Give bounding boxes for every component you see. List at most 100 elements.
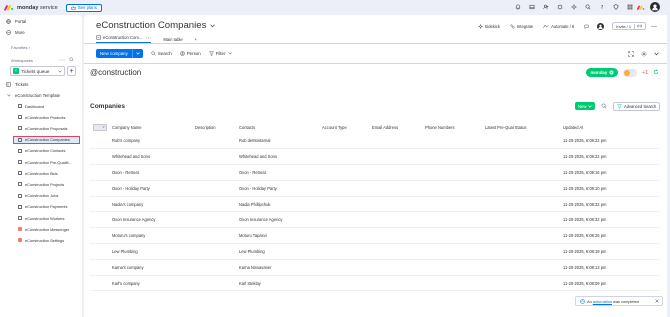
cell-phone[interactable] [422,196,482,213]
cell-status[interactable] [482,148,560,166]
help-icon[interactable]: ? [598,4,605,11]
advanced-search-button[interactable]: Advanced Search [613,102,661,111]
monday-logo[interactable]: monday service [3,4,58,12]
cell-status[interactable] [482,196,560,213]
more-icon[interactable] [146,35,151,40]
cell-email[interactable] [369,133,422,150]
cell-account-type[interactable] [319,180,369,197]
cell-updated[interactable]: 11-20-2025, 6:08:13 pm [560,259,661,276]
row-select-cell[interactable] [90,180,109,197]
cell-account-type[interactable] [319,148,369,166]
app-switcher-icon[interactable] [626,4,633,11]
sidebar-item-portal[interactable]: Portal [6,19,26,24]
column-header[interactable]: Updated At [560,121,661,133]
cell-phone[interactable] [422,227,482,245]
mode-toggle[interactable] [623,68,638,77]
table-row[interactable]: Karna's company Karna Nissavaner 11-20-202… [90,259,661,276]
search-button[interactable]: Search [151,51,172,56]
sidebar-folder[interactable]: eConstruction Template [6,93,60,98]
tab-main-table[interactable]: Main table [163,37,182,42]
user-avatar[interactable] [650,2,660,12]
sidebar-board-item[interactable]: eConstruction Projects [18,180,64,188]
sidebar-board-item[interactable]: eConstruction Contacts [18,147,65,155]
sidebar-board-item[interactable]: eConstruction Jobs [18,192,58,200]
cell-account-type[interactable] [319,275,369,292]
cell-updated[interactable]: 11-20-2025, 6:09:16 pm [560,164,661,181]
new-record-button[interactable]: New [575,102,596,110]
cell-status[interactable] [482,164,560,181]
column-header[interactable]: Company Name [109,121,192,133]
favorites-section[interactable]: Favorites › [11,45,30,50]
cell-company[interactable]: Oxon Insurance Agency [109,211,192,229]
apps-marketplace-icon[interactable] [556,4,563,11]
sidebar-board-item[interactable]: eConstruction Pre-Qualifi... [18,158,72,166]
cell-account-type[interactable] [319,211,369,229]
cell-company[interactable]: Whitehead and Sons [109,148,192,166]
cell-description[interactable] [192,227,236,245]
row-select-cell[interactable] [90,148,109,166]
cell-description[interactable] [192,243,236,260]
cell-email[interactable] [369,243,422,260]
cell-contacts[interactable]: Karl Steklay [236,275,319,292]
cell-contacts[interactable]: Rob deMontarnal [236,133,319,150]
workspace-search-icon[interactable] [69,57,74,64]
chat-button[interactable] [584,24,591,29]
monday-status-pill[interactable]: monday [586,68,619,77]
collapse-icon[interactable] [654,52,659,56]
sidebar-board-item[interactable]: eConstruction Payments [18,203,67,211]
cell-contacts[interactable]: Moturu Tapasvi [236,227,319,245]
account-logo-icon[interactable] [636,4,645,11]
cell-email[interactable] [369,211,422,229]
cell-status[interactable] [482,133,560,150]
cell-phone[interactable] [422,148,482,166]
board-owner-avatar[interactable] [597,22,606,30]
cell-email[interactable] [369,227,422,245]
row-select-cell[interactable] [90,211,109,229]
cell-email[interactable] [369,275,422,292]
cell-description[interactable] [192,211,236,229]
sidebar-board-item[interactable]: eConstruction Settings [18,236,64,244]
cell-phone[interactable] [422,259,482,276]
cell-contacts[interactable]: Karna Nissavaner [236,259,319,276]
automate-button[interactable]: Automate / 6 [543,24,574,29]
row-select-cell[interactable] [90,227,109,245]
cell-email[interactable] [369,164,422,181]
cell-description[interactable] [192,148,236,166]
cell-contacts[interactable]: Oxon - Holiday Party [236,180,319,197]
column-header[interactable]: Contacts [236,121,319,133]
cell-email[interactable] [369,259,422,276]
table-row[interactable]: Karl's company Karl Steklay 11-20-2025, 6:… [90,275,661,292]
cell-updated[interactable]: 11-20-2025, 6:09:22 pm [560,133,661,150]
cell-company[interactable]: Rob's company [109,133,192,150]
add-workspace-button[interactable]: + [67,66,76,76]
cell-contacts[interactable]: Oxon - Retreat [236,164,319,181]
select-all-checkbox[interactable] [93,123,107,131]
invite-button[interactable]: Invite / 1 [612,22,646,30]
cell-phone[interactable] [422,243,482,260]
sidebar-board-item[interactable]: Dashboard [18,102,44,110]
automation-link[interactable]: automation [593,299,612,304]
cell-company[interactable]: Oxon - Retreat [109,164,192,181]
cell-description[interactable] [192,164,236,181]
cell-description[interactable] [192,196,236,213]
workspace-selector[interactable]: T Tickets queue [10,66,65,76]
cell-company[interactable]: Karna's company [109,259,192,276]
notification-count[interactable]: +1 [642,70,648,76]
table-row[interactable]: Oxon Insurance Agency Oxon Insurance Agen… [90,211,661,229]
cell-account-type[interactable] [319,164,369,181]
cell-account-type[interactable] [319,133,369,150]
person-filter-button[interactable]: Person [180,51,201,56]
cell-updated[interactable]: 11-20-2025, 6:08:32 pm [560,196,661,213]
cell-description[interactable] [192,259,236,276]
cell-contacts[interactable]: Nadia Phillipchuk [236,196,319,213]
column-header[interactable]: Email Address [369,121,422,133]
row-select-cell[interactable] [90,133,109,150]
cell-updated[interactable]: 11-20-2025, 6:09:22 pm [560,148,661,166]
table-row[interactable]: Moturu's company Moturu Tapasvi 11-20-2025… [90,227,661,245]
select-all-header[interactable] [90,121,109,133]
table-row[interactable]: Oxon - Holiday Party Oxon - Holiday Party… [90,180,661,197]
workspace-more-icon[interactable] [59,58,65,64]
cell-updated[interactable]: 11-20-2025, 6:08:19 pm [560,243,661,260]
cell-status[interactable] [482,275,560,292]
cell-updated[interactable]: 11-20-2025, 6:08:32 pm [560,211,661,229]
